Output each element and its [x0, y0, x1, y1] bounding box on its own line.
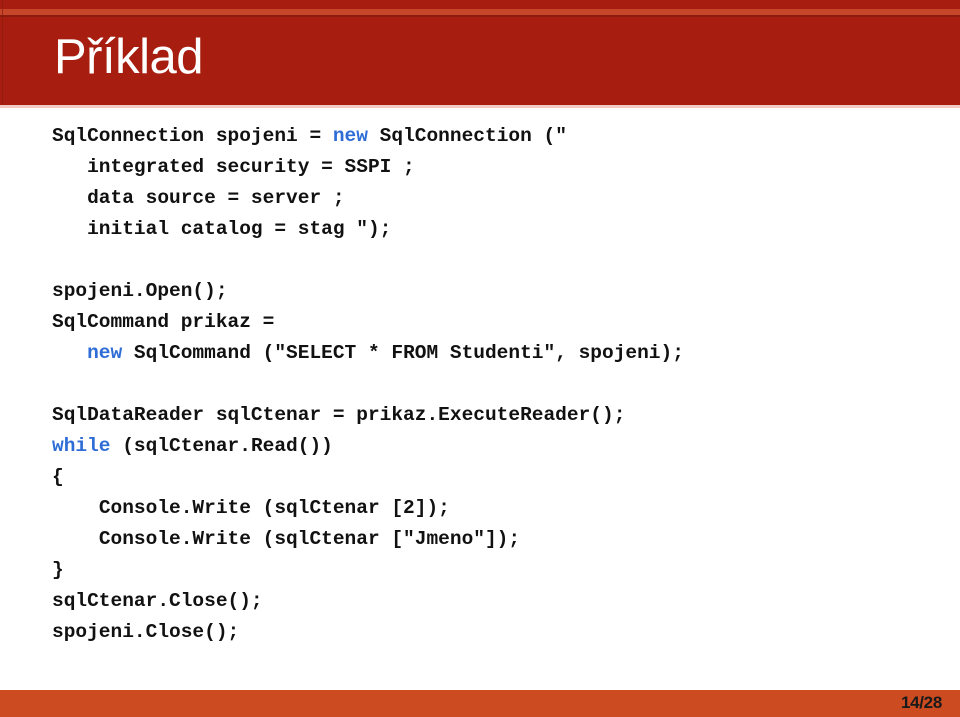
code-text: integrated security = SSPI ; [87, 156, 415, 178]
code-line: { [52, 462, 684, 493]
code-text: (sqlCtenar.Read()) [110, 435, 333, 457]
code-line: initial catalog = stag "); [52, 214, 684, 245]
code-text: spojeni.Close(); [52, 621, 240, 643]
code-text: initial catalog = stag "); [87, 218, 392, 240]
code-line: while (sqlCtenar.Read()) [52, 431, 684, 462]
code-line: Console.Write (sqlCtenar ["Jmeno"]); [52, 524, 684, 555]
code-text: SqlConnection (" [367, 125, 567, 147]
page-title: Příklad [54, 30, 204, 84]
code-text: Console.Write (sqlCtenar [2]); [98, 497, 450, 519]
code-text: SqlCommand ("SELECT * FROM Studenti", sp… [122, 342, 684, 364]
header-stripe-top [0, 0, 960, 9]
header-left-edge [2, 0, 3, 105]
slide-content: SqlConnection spojeni = new SqlConnectio… [0, 108, 960, 686]
slide: Příklad SqlConnection spojeni = new SqlC… [0, 0, 960, 717]
code-line: SqlCommand prikaz = [52, 307, 684, 338]
code-text: { [52, 466, 64, 488]
code-line: data source = server ; [52, 183, 684, 214]
code-line: spojeni.Open(); [52, 276, 684, 307]
code-line: } [52, 555, 684, 586]
code-listing: SqlConnection spojeni = new SqlConnectio… [52, 121, 684, 648]
code-text: Console.Write (sqlCtenar ["Jmeno"]); [98, 528, 521, 550]
code-text: SqlDataReader sqlCtenar = prikaz.Execute… [52, 404, 626, 426]
code-line: integrated security = SSPI ; [52, 152, 684, 183]
code-text: } [52, 559, 64, 581]
header-divider-stripe [0, 15, 960, 17]
code-text: SqlConnection spojeni = [52, 125, 333, 147]
code-keyword: while [52, 435, 111, 457]
page-indicator: 14/28 [900, 693, 942, 712]
code-text: data source = server ; [87, 187, 345, 209]
code-line: SqlConnection spojeni = new SqlConnectio… [52, 121, 684, 152]
code-keyword: new [332, 125, 368, 147]
code-keyword: new [87, 342, 123, 364]
slide-header: Příklad [0, 0, 960, 105]
code-line: sqlCtenar.Close(); [52, 586, 684, 617]
code-line: Console.Write (sqlCtenar [2]); [52, 493, 684, 524]
code-line: SqlDataReader sqlCtenar = prikaz.Execute… [52, 400, 684, 431]
slide-footer: 14/28 [0, 690, 960, 717]
code-line: spojeni.Close(); [52, 617, 684, 648]
code-text: spojeni.Open(); [52, 280, 228, 302]
code-text: SqlCommand prikaz = [52, 311, 275, 333]
code-line: new SqlCommand ("SELECT * FROM Studenti"… [52, 338, 684, 369]
code-text: sqlCtenar.Close(); [52, 590, 263, 612]
